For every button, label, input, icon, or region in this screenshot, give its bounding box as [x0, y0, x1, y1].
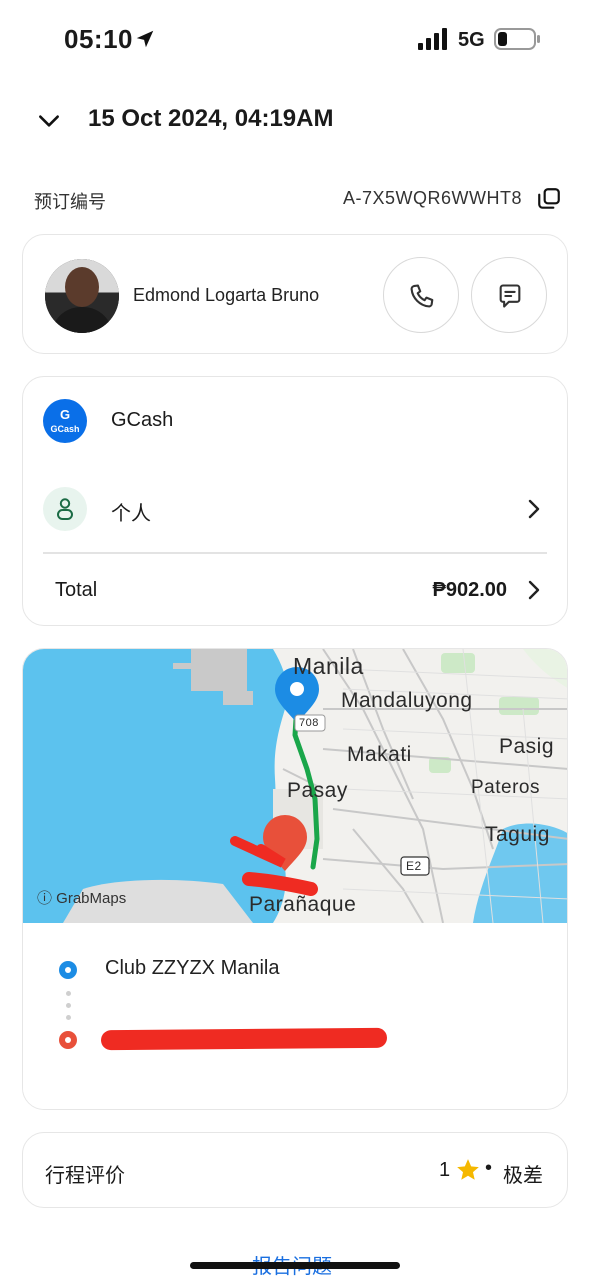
rating-card[interactable]: 行程评价 1 • 极差	[22, 1132, 568, 1208]
signal-icon	[418, 28, 447, 50]
call-driver-button[interactable]	[383, 257, 459, 333]
rating-label: 行程评价	[45, 1163, 125, 1187]
phone-icon	[410, 284, 434, 308]
total-label: Total	[55, 579, 98, 601]
copy-icon[interactable]	[536, 186, 562, 212]
map-road-708: 708	[299, 717, 319, 729]
booking-id-value: A-7X5WQR6WWHT8	[342, 188, 522, 208]
map-label-mandaluyong: Mandaluyong	[341, 689, 473, 712]
map-attribution: ⓘ GrabMaps	[37, 890, 127, 907]
rating-separator: •	[485, 1157, 493, 1179]
dropoff-location-redacted	[100, 1027, 388, 1051]
map-label-pateros: Pateros	[471, 777, 540, 798]
pickup-location: Club ZZYZX Manila	[105, 957, 280, 979]
home-indicator	[190, 1262, 400, 1269]
divider	[43, 552, 547, 554]
booking-id-row: 预订编号 A-7X5WQR6WWHT8	[0, 180, 590, 220]
person-icon	[57, 498, 73, 520]
driver-avatar	[45, 259, 119, 333]
map-label-pasig: Pasig	[499, 735, 555, 758]
star-icon	[457, 1159, 479, 1180]
route-stops: Club ZZYZX Manila	[23, 923, 567, 1109]
profile-badge	[43, 487, 87, 531]
rating-value: 1	[439, 1159, 451, 1181]
map-label-makati: Makati	[347, 743, 412, 766]
status-time: 05:10	[64, 24, 133, 54]
rating-text: 极差	[503, 1163, 543, 1187]
map-label-manila: Manila	[293, 653, 364, 679]
payment-method-label: GCash	[111, 409, 174, 431]
driver-name: Edmond Logarta Bruno	[133, 285, 320, 305]
battery-icon	[494, 28, 540, 50]
pickup-dot-icon	[59, 961, 77, 979]
route-map[interactable]: Manila Mandaluyong Makati Pasig Pasay Pa…	[23, 649, 567, 923]
chat-icon	[499, 284, 521, 308]
map-label-paranaque: Parañaque	[249, 893, 357, 916]
chevron-down-icon[interactable]	[36, 108, 62, 134]
driver-card: Edmond Logarta Bruno	[22, 234, 568, 354]
gcash-logo: G GCash	[43, 399, 87, 443]
network-type: 5G	[458, 29, 485, 51]
route-connector-dot	[66, 1015, 71, 1020]
route-connector-dot	[66, 991, 71, 996]
map-label-taguig: Taguig	[485, 823, 550, 846]
chat-driver-button[interactable]	[471, 257, 547, 333]
total-amount: ₱902.00	[432, 579, 507, 601]
map-label-pasay: Pasay	[287, 779, 348, 802]
trip-header: 15 Oct 2024, 04:19AM	[0, 96, 590, 146]
payment-card: G GCash GCash 个人 Total ₱902.00	[22, 376, 568, 626]
chevron-right-icon	[528, 499, 540, 519]
status-bar: 05:10 5G	[0, 0, 590, 80]
profile-label: 个人	[111, 501, 151, 525]
route-card: Manila Mandaluyong Makati Pasig Pasay Pa…	[22, 648, 568, 1110]
map-road-e2: E2	[406, 859, 422, 873]
location-arrow-icon	[136, 30, 154, 48]
dropoff-dot-icon	[59, 1031, 77, 1049]
chevron-right-icon	[528, 580, 540, 600]
trip-date-title: 15 Oct 2024, 04:19AM	[88, 105, 334, 132]
booking-id-label: 预订编号	[34, 192, 106, 213]
route-connector-dot	[66, 1003, 71, 1008]
